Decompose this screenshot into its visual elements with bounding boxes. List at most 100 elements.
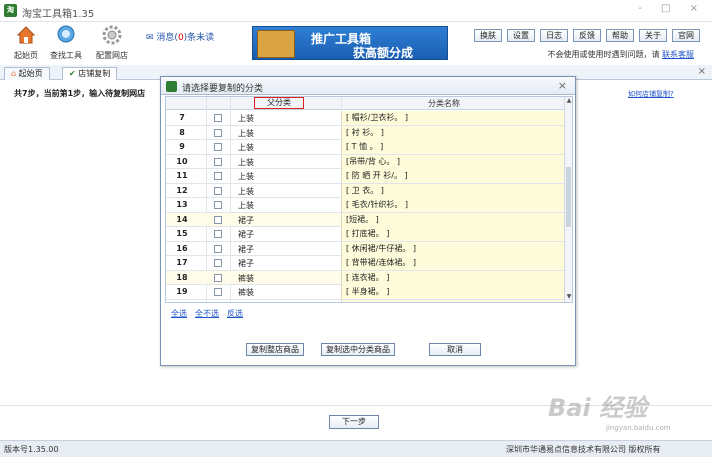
table-row[interactable]: 16 裙子 [ 休闲裙/牛仔裙。 ] bbox=[166, 241, 566, 256]
row-checkbox[interactable] bbox=[214, 303, 222, 304]
select-all-link[interactable]: 全选 bbox=[171, 308, 187, 319]
dialog-title-bar: 请选择要复制的分类 × bbox=[161, 77, 575, 95]
row-number: 7 bbox=[179, 113, 185, 122]
search-icon bbox=[57, 25, 75, 43]
table-row[interactable]: 17 裙子 [ 背带裙/连体裙。 ] bbox=[166, 256, 566, 271]
about-button[interactable]: 关于 bbox=[639, 29, 667, 42]
config-store-button[interactable]: 配置网店 bbox=[92, 24, 132, 61]
home-icon: ⌂ bbox=[11, 69, 17, 78]
row-checkbox[interactable] bbox=[214, 172, 222, 180]
selection-links: 全选 全不选 反选 bbox=[171, 308, 243, 319]
table-row[interactable]: 20 裤装 [ 短裤 ] bbox=[166, 299, 566, 304]
baidu-watermark: Bai 经验 bbox=[548, 394, 648, 422]
skin-button[interactable]: 换肤 bbox=[474, 29, 502, 42]
table-row[interactable]: 11 上装 [ 防 晒 开 衫/。 ] bbox=[166, 169, 566, 184]
how-to-copy-link[interactable]: 如何店铺复制? bbox=[628, 89, 674, 99]
close-tab-icon[interactable]: × bbox=[698, 66, 706, 77]
window-controls[interactable]: - □ × bbox=[638, 3, 706, 14]
config-store-label: 配置网店 bbox=[96, 51, 128, 60]
row-checkbox[interactable] bbox=[214, 157, 222, 166]
next-step-button[interactable]: 下一步 bbox=[329, 415, 379, 429]
tab-store-copy[interactable]: ✔ 店铺复制 bbox=[62, 67, 118, 80]
row-number: 10 bbox=[176, 156, 188, 166]
row-category-name: [短裙。 ] bbox=[341, 212, 565, 227]
row-category-name: [ 半身裙。 ] bbox=[341, 285, 565, 299]
table-row[interactable]: 7 上装 [ 帽衫/卫衣衫。 ] bbox=[166, 111, 566, 126]
row-checkbox[interactable] bbox=[214, 186, 222, 195]
row-checkbox[interactable] bbox=[214, 143, 222, 151]
website-button[interactable]: 官网 bbox=[672, 29, 700, 42]
row-parent-category: 裙子 bbox=[238, 244, 254, 254]
tab-home[interactable]: ⌂ 起始页 bbox=[4, 67, 50, 80]
column-header-name[interactable]: 分类名称 bbox=[428, 98, 460, 109]
close-icon[interactable]: × bbox=[558, 79, 567, 92]
copy-all-button[interactable]: 复制整店商品 bbox=[246, 343, 304, 356]
grid-scrollbar[interactable]: ▲ ▼ bbox=[564, 97, 572, 302]
table-row[interactable]: 14 裙子 [短裙。 ] bbox=[166, 212, 566, 227]
row-checkbox[interactable] bbox=[214, 201, 222, 209]
row-number: 15 bbox=[176, 229, 188, 238]
table-row[interactable]: 9 上装 [ T 恤 。 ] bbox=[166, 140, 566, 155]
help-button[interactable]: 帮助 bbox=[606, 29, 634, 42]
row-checkbox[interactable] bbox=[214, 128, 222, 137]
row-parent-category: 上装 bbox=[238, 143, 254, 152]
dialog-app-icon bbox=[166, 81, 177, 92]
row-checkbox[interactable] bbox=[214, 273, 222, 282]
row-number: 20 bbox=[168, 302, 196, 303]
table-row[interactable]: 8 上装 [ 衬 衫。 ] bbox=[166, 125, 566, 140]
grid-header: 父分类 分类名称 bbox=[166, 97, 566, 110]
table-row[interactable]: 18 裤装 [ 连衣裙。 ] bbox=[166, 270, 566, 285]
table-row[interactable]: 12 上装 [ 卫 衣。 ] bbox=[166, 183, 566, 198]
log-button[interactable]: 日志 bbox=[540, 29, 568, 42]
invert-selection-link[interactable]: 反选 bbox=[227, 308, 243, 319]
row-number: 19 bbox=[176, 287, 188, 296]
copy-selected-button[interactable]: 复制选中分类商品 bbox=[321, 343, 395, 356]
find-tools-label: 查找工具 bbox=[50, 51, 82, 60]
dialog-title: 请选择要复制的分类 bbox=[182, 84, 264, 94]
row-checkbox[interactable] bbox=[214, 288, 222, 296]
row-number: 9 bbox=[179, 142, 185, 151]
row-category-name: [ 打底裙。 ] bbox=[341, 227, 565, 241]
app-title: 淘宝工具箱1.35 bbox=[22, 9, 95, 20]
row-category-name: [ 卫 衣。 ] bbox=[341, 183, 565, 198]
envelope-icon: ✉ bbox=[146, 33, 154, 43]
row-checkbox[interactable] bbox=[214, 259, 222, 267]
scroll-thumb[interactable] bbox=[566, 167, 571, 227]
app-logo-icon: 淘 bbox=[4, 4, 17, 17]
row-checkbox[interactable] bbox=[214, 244, 222, 253]
top-button-group: 换肤 设置 日志 反馈 帮助 关于 官网 bbox=[474, 29, 700, 42]
table-row[interactable]: 19 裤装 [ 半身裙。 ] bbox=[166, 285, 566, 300]
promo-banner[interactable]: 推广工具箱 获高额分成 bbox=[252, 26, 448, 60]
row-parent-category: 裙子 bbox=[238, 230, 254, 239]
select-none-link[interactable]: 全不选 bbox=[195, 308, 219, 319]
table-row[interactable]: 13 上装 [ 毛衣/针织衫。 ] bbox=[166, 198, 566, 213]
row-parent-category: 裤装 bbox=[238, 273, 254, 283]
main-toolbar: 起始页 查找工具 配置网店 ✉ 消息(0)条未读 推广工具箱 获高额分成 换肤 … bbox=[0, 22, 712, 64]
status-bar: 版本号1.35.00 深圳市华通易点信息技术有限公司 版权所有 bbox=[0, 440, 712, 457]
title-bar: 淘 淘宝工具箱1.35 - □ × bbox=[0, 0, 712, 22]
row-number: 14 bbox=[176, 214, 188, 224]
row-checkbox[interactable] bbox=[214, 114, 222, 122]
cancel-button[interactable]: 取消 bbox=[429, 343, 481, 356]
row-category-name: [ 连衣裙。 ] bbox=[341, 270, 565, 285]
contact-support-link[interactable]: 联系客服 bbox=[662, 50, 694, 59]
row-checkbox[interactable] bbox=[214, 230, 222, 238]
category-grid: 父分类 分类名称 7 上装 [ 帽衫/卫衣衫。 ] 8 上装 [ 衬 衫。 ] 9 上装 [ T… bbox=[165, 96, 573, 303]
message-link[interactable]: ✉ 消息(0)条未读 bbox=[146, 30, 214, 43]
scroll-up-icon[interactable]: ▲ bbox=[565, 97, 572, 104]
home-icon bbox=[16, 26, 36, 44]
copy-icon: ✔ bbox=[69, 69, 76, 78]
row-checkbox[interactable] bbox=[214, 215, 222, 224]
row-parent-category: 裤装 bbox=[238, 288, 254, 297]
row-parent-category: 裙子 bbox=[238, 215, 254, 225]
table-row[interactable]: 15 裙子 [ 打底裙。 ] bbox=[166, 227, 566, 242]
feedback-button[interactable]: 反馈 bbox=[573, 29, 601, 42]
table-row[interactable]: 10 上装 [吊带/背 心。 ] bbox=[166, 154, 566, 169]
column-header-parent[interactable]: 父分类 bbox=[254, 97, 304, 109]
scroll-down-icon[interactable]: ▼ bbox=[565, 293, 572, 300]
settings-button[interactable]: 设置 bbox=[507, 29, 535, 42]
find-tools-button[interactable]: 查找工具 bbox=[46, 24, 86, 61]
row-parent-category: 上装 bbox=[238, 114, 254, 123]
home-tool-button[interactable]: 起始页 bbox=[6, 24, 46, 61]
row-number: 11 bbox=[176, 171, 188, 180]
